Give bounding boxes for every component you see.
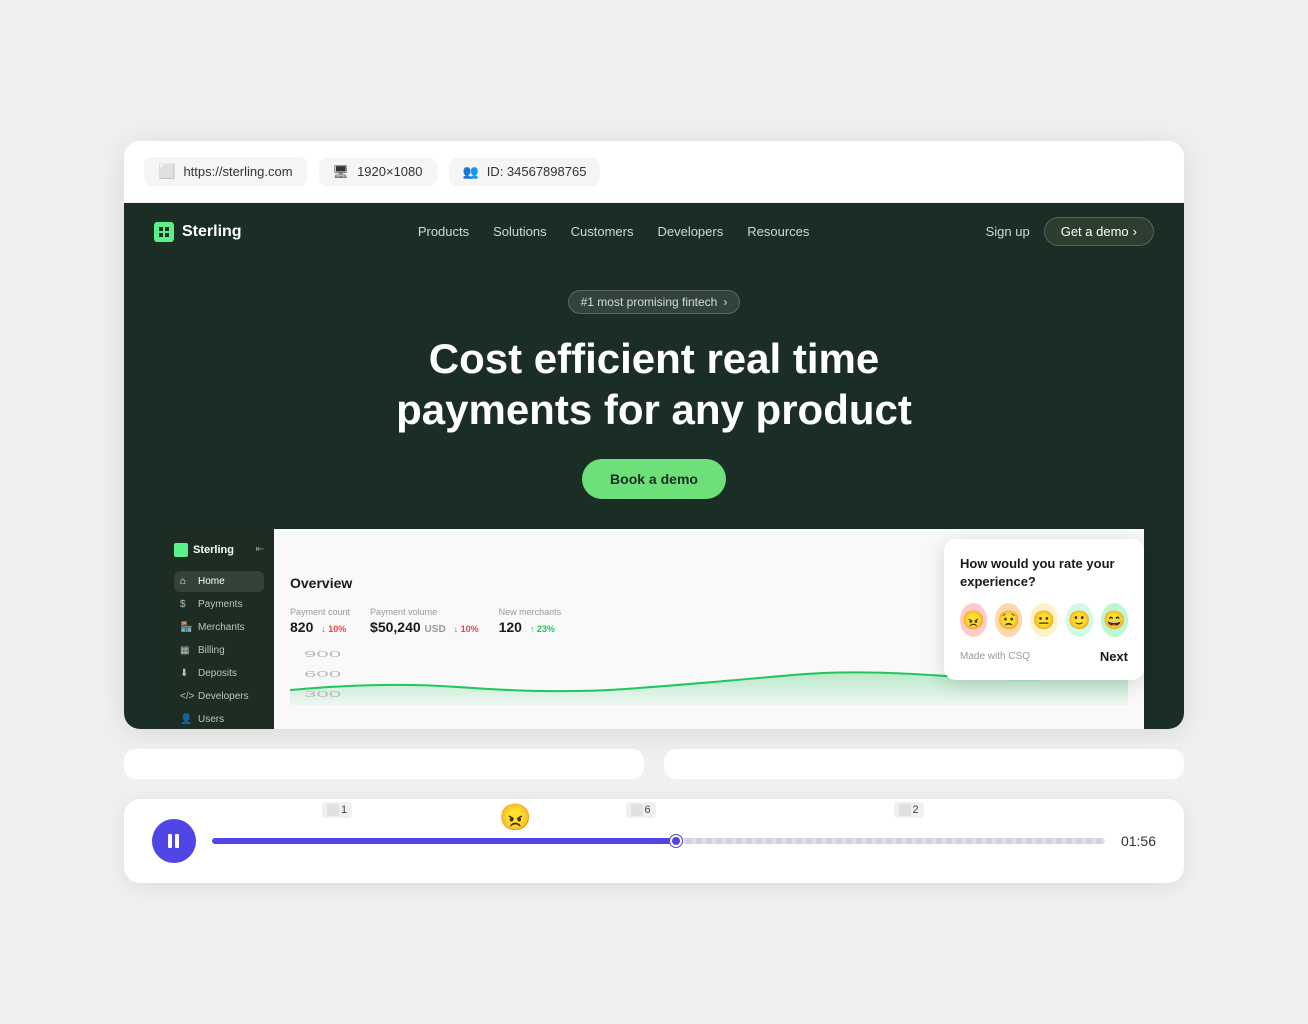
deposits-icon: ⬇	[180, 668, 192, 679]
marker-icon-1	[327, 804, 339, 816]
time-display: 01:56	[1121, 833, 1156, 849]
emoji-marker: 😠	[499, 802, 531, 833]
marker-icon-6	[631, 804, 643, 816]
timeline-dashed	[676, 838, 1105, 844]
arrow-icon: ›	[723, 295, 727, 309]
dash-logo: Sterling	[174, 543, 234, 557]
dashboard-preview: Sterling ⇤ ⌂ Home $ Payments 🏪 Merch	[124, 529, 1184, 729]
id-text: ID: 34567898765	[487, 164, 587, 179]
emoji-row: 😠 😟 😐 🙂 😄	[960, 603, 1128, 637]
playhead[interactable]	[670, 835, 682, 847]
emoji-neutral[interactable]: 😐	[1030, 603, 1057, 637]
divider-row	[124, 749, 1184, 779]
nav-developers[interactable]: Developers	[657, 224, 723, 239]
marker-6: 6	[626, 802, 656, 818]
sidebar-item-deposits[interactable]: ⬇ Deposits	[174, 663, 264, 684]
timeline-container[interactable]: 1 😠 6 2	[212, 838, 1105, 844]
stat-new-merchants: New merchants 120 ↑ 23%	[499, 607, 562, 635]
sidebar-item-developers[interactable]: </> Developers	[174, 686, 264, 707]
svg-text:600: 600	[304, 670, 341, 679]
resolution-text: 1920×1080	[357, 164, 422, 179]
nav-actions: Sign up Get a demo ›	[986, 217, 1154, 246]
logo-icon	[154, 222, 174, 242]
timeline-track[interactable]	[212, 838, 1105, 844]
pause-icon	[168, 834, 180, 848]
timeline-progress	[212, 838, 676, 844]
marker-label-6: 6	[645, 804, 651, 816]
home-icon: ⌂	[180, 576, 192, 587]
stat-payment-count: Payment count 820 ↓ 10%	[290, 607, 350, 635]
nav-customers[interactable]: Customers	[571, 224, 634, 239]
emoji-marker-icon: 😠	[499, 802, 531, 832]
users-icon: 👥	[463, 164, 479, 180]
nav-logo-text: Sterling	[182, 223, 242, 241]
url-text: https://sterling.com	[183, 164, 292, 179]
nav-products[interactable]: Products	[418, 224, 469, 239]
nav-demo-button[interactable]: Get a demo ›	[1044, 217, 1154, 246]
marker-label-1: 1	[341, 804, 347, 816]
billing-icon: ▦	[180, 645, 192, 656]
marker-icon-2	[898, 804, 910, 816]
dashboard-main: 🔍 Search... Overview 📅 Last 7	[274, 529, 1144, 729]
feedback-brand: Made with CSQ	[960, 651, 1030, 662]
feedback-footer: Made with CSQ Next	[960, 649, 1128, 664]
nav-links: Products Solutions Customers Developers …	[418, 224, 810, 239]
hero-badge-text: #1 most promising fintech	[581, 295, 718, 309]
sidebar-item-home[interactable]: ⌂ Home	[174, 571, 264, 592]
page-icon: ⬜	[158, 163, 175, 180]
emoji-excited[interactable]: 😄	[1101, 603, 1128, 637]
hero-title: Cost efficient real time payments for an…	[354, 334, 954, 435]
url-bar[interactable]: ⬜ https://sterling.com	[144, 157, 307, 186]
marker-1: 1	[322, 802, 352, 818]
emoji-happy[interactable]: 🙂	[1066, 603, 1093, 637]
divider-left	[124, 749, 644, 779]
timeline-markers: 1 😠 6 2	[212, 802, 1105, 832]
monitor-icon: 🖥	[333, 164, 350, 180]
dash-logo-row: Sterling ⇤	[174, 543, 264, 557]
nav-resources[interactable]: Resources	[747, 224, 809, 239]
nav-solutions[interactable]: Solutions	[493, 224, 546, 239]
payments-icon: $	[180, 599, 192, 610]
pause-button[interactable]	[152, 819, 196, 863]
sidebar-item-billing[interactable]: ▦ Billing	[174, 640, 264, 661]
resolution-bar: 🖥 1920×1080	[319, 158, 437, 186]
stat-payment-volume: Payment volume $50,240 USD ↓ 10%	[370, 607, 479, 635]
website-content: Sterling Products Solutions Customers De…	[124, 203, 1184, 729]
merchants-icon: 🏪	[180, 622, 192, 633]
hero-cta-button[interactable]: Book a demo	[582, 459, 726, 499]
id-bar: 👥 ID: 34567898765	[449, 158, 601, 186]
browser-frame: ⬜ https://sterling.com 🖥 1920×1080 👥 ID:…	[124, 141, 1184, 729]
browser-toolbar: ⬜ https://sterling.com 🖥 1920×1080 👥 ID:…	[124, 141, 1184, 203]
feedback-widget: How would you rate your experience? 😠 😟 …	[944, 539, 1144, 680]
overview-title: Overview	[290, 575, 352, 591]
svg-text:900: 900	[304, 650, 341, 659]
divider-right	[664, 749, 1184, 779]
feedback-question: How would you rate your experience?	[960, 555, 1128, 591]
emoji-sad[interactable]: 😟	[995, 603, 1022, 637]
svg-text:300: 300	[304, 690, 341, 699]
marker-2: 2	[893, 802, 923, 818]
hero-badge[interactable]: #1 most promising fintech ›	[568, 290, 741, 314]
site-nav: Sterling Products Solutions Customers De…	[124, 203, 1184, 260]
sidebar-item-merchants[interactable]: 🏪 Merchants	[174, 617, 264, 638]
next-button[interactable]: Next	[1100, 649, 1128, 664]
video-player: 1 😠 6 2	[124, 799, 1184, 883]
emoji-angry[interactable]: 😠	[960, 603, 987, 637]
sidebar-item-payments[interactable]: $ Payments	[174, 594, 264, 615]
marker-label-2: 2	[912, 804, 918, 816]
collapse-button[interactable]: ⇤	[256, 544, 264, 555]
code-icon: </>	[180, 691, 192, 702]
users-icon: 👤	[180, 714, 192, 725]
hero-section: #1 most promising fintech › Cost efficie…	[124, 260, 1184, 529]
nav-signin[interactable]: Sign up	[986, 224, 1030, 239]
nav-logo: Sterling	[154, 222, 242, 242]
dashboard-sidebar: Sterling ⇤ ⌂ Home $ Payments 🏪 Merch	[164, 529, 274, 729]
sidebar-item-users[interactable]: 👤 Users	[174, 709, 264, 729]
